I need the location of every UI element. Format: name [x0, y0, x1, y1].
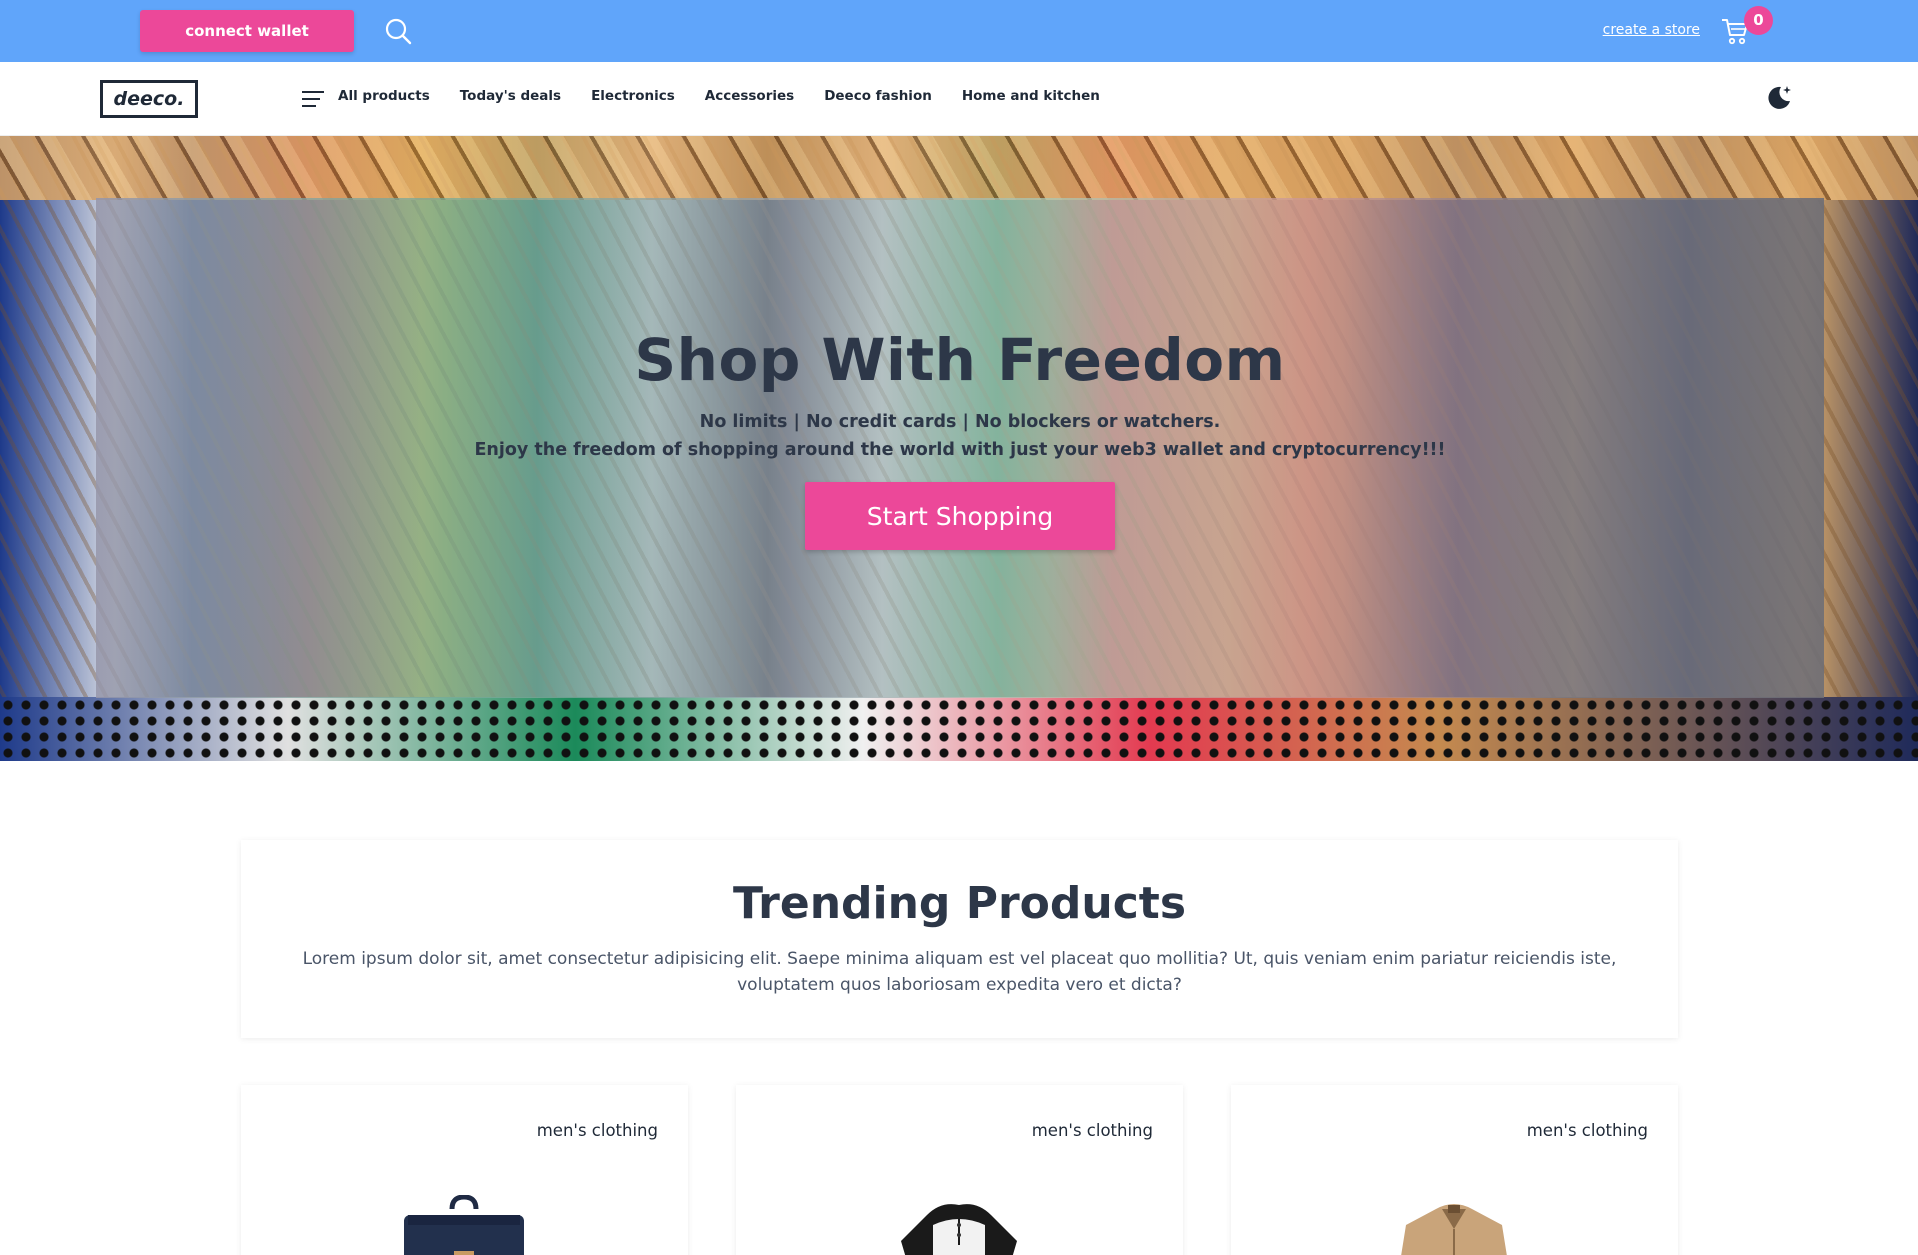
logo[interactable]: deeco.: [100, 80, 198, 118]
hero-subtitle-2: Enjoy the freedom of shopping around the…: [474, 440, 1446, 460]
product-card[interactable]: men's clothing: [736, 1085, 1183, 1255]
hero-banner: Shop With Freedom No limits | No credit …: [0, 136, 1918, 761]
start-shopping-button[interactable]: Start Shopping: [805, 482, 1115, 550]
t-shirt-image: [901, 1204, 1017, 1255]
trending-title: Trending Products: [732, 878, 1187, 929]
hero-panel: Shop With Freedom No limits | No credit …: [96, 198, 1824, 698]
product-category: men's clothing: [536, 1121, 658, 1140]
nav-link-all-products[interactable]: All products: [338, 88, 430, 104]
nav-link-home-and-kitchen[interactable]: Home and kitchen: [962, 88, 1100, 104]
trending-section: Trending Products Lorem ipsum dolor sit,…: [241, 840, 1678, 1038]
backpack-image: [404, 1195, 524, 1255]
nav-bar: deeco. All products Today's deals Electr…: [0, 62, 1918, 136]
nav-link-accessories[interactable]: Accessories: [705, 88, 794, 104]
connect-wallet-button[interactable]: connect wallet: [140, 10, 354, 52]
nav-link-deeco-fashion[interactable]: Deeco fashion: [824, 88, 932, 104]
cart-count-badge: 0: [1744, 6, 1773, 35]
product-category: men's clothing: [1526, 1121, 1648, 1140]
trending-description: Lorem ipsum dolor sit, amet consectetur …: [302, 949, 1617, 995]
menu-icon[interactable]: [301, 89, 325, 109]
product-card[interactable]: men's clothing: [241, 1085, 688, 1255]
search-icon[interactable]: [384, 17, 412, 45]
nav-link-electronics[interactable]: Electronics: [591, 88, 675, 104]
jacket-image: [1401, 1204, 1507, 1255]
hero-title: Shop With Freedom: [634, 326, 1286, 394]
hero-subtitle-1: No limits | No credit cards | No blocker…: [699, 412, 1221, 432]
hero-background-top: [0, 136, 1918, 200]
create-store-link[interactable]: create a store: [1603, 22, 1700, 38]
hero-background-bottom: [0, 697, 1918, 761]
nav-links: All products Today's deals Electronics A…: [338, 88, 1100, 104]
product-card[interactable]: men's clothing: [1231, 1085, 1678, 1255]
top-bar: connect wallet create a store 0: [0, 0, 1918, 62]
nav-link-todays-deals[interactable]: Today's deals: [460, 88, 561, 104]
product-category: men's clothing: [1031, 1121, 1153, 1140]
moon-icon[interactable]: [1764, 82, 1794, 112]
